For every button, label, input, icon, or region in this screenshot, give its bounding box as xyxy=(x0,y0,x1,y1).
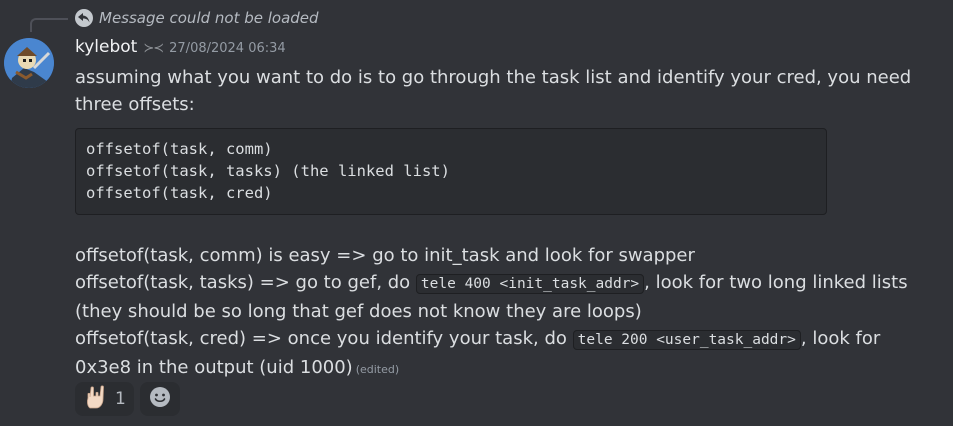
line-text: , look for two long linked lists xyxy=(644,272,908,293)
bot-avatar-icon xyxy=(4,38,54,88)
reply-spine xyxy=(30,18,68,32)
message-line: offsetof(task, comm) is easy => go to in… xyxy=(75,245,695,266)
line-text: offsetof(task, tasks) => go to gef, do xyxy=(75,272,416,293)
message-content: assuming what you want to do is to go th… xyxy=(75,64,935,383)
timestamp[interactable]: 27/08/2024 06:34 xyxy=(169,41,286,56)
message-header: kylebot ≻≺ 27/08/2024 06:34 xyxy=(75,37,286,61)
username[interactable]: kylebot xyxy=(75,37,137,57)
reactions-bar: 1 xyxy=(75,382,180,416)
message-line: 0x3e8 in the output (uid 1000) (edited) xyxy=(75,354,935,383)
reply-text: Message could not be loaded xyxy=(99,9,319,27)
message-body: offsetof(task, comm) is easy => go to in… xyxy=(75,242,935,383)
add-reaction-button[interactable] xyxy=(139,382,180,416)
message-intro: assuming what you want to do is to go th… xyxy=(75,67,912,115)
reaction-rock-hand[interactable]: 1 xyxy=(75,382,134,416)
smiley-face-icon xyxy=(149,386,171,412)
avatar[interactable] xyxy=(4,38,54,88)
reply-arrow-icon xyxy=(75,9,93,27)
code-line: offsetof(task, comm) xyxy=(86,140,273,158)
edited-label: (edited) xyxy=(355,363,400,376)
code-line: offsetof(task, cred) xyxy=(86,184,273,202)
code-block: offsetof(task, comm) offsetof(task, task… xyxy=(75,128,827,215)
line-text: offsetof(task, cred) => once you identif… xyxy=(75,328,573,349)
rock-hand-emoji-icon xyxy=(83,384,109,414)
inline-code: tele 200 <user_task_addr> xyxy=(572,330,801,350)
line-text: 0x3e8 in the output (uid 1000) xyxy=(75,357,353,378)
message-line: (they should be so long that gef does no… xyxy=(75,301,642,322)
code-line: offsetof(task, tasks) (the linked list) xyxy=(86,162,450,180)
line-text: , look for xyxy=(800,328,881,349)
reply-reference[interactable]: Message could not be loaded xyxy=(75,8,319,28)
message-line: offsetof(task, cred) => once you identif… xyxy=(75,325,935,354)
message-line: offsetof(task, tasks) => go to gef, do t… xyxy=(75,269,935,298)
reaction-count: 1 xyxy=(115,389,126,409)
inline-code: tele 400 <init_task_addr> xyxy=(415,274,645,294)
bot-tag-icon: ≻≺ xyxy=(143,41,164,56)
